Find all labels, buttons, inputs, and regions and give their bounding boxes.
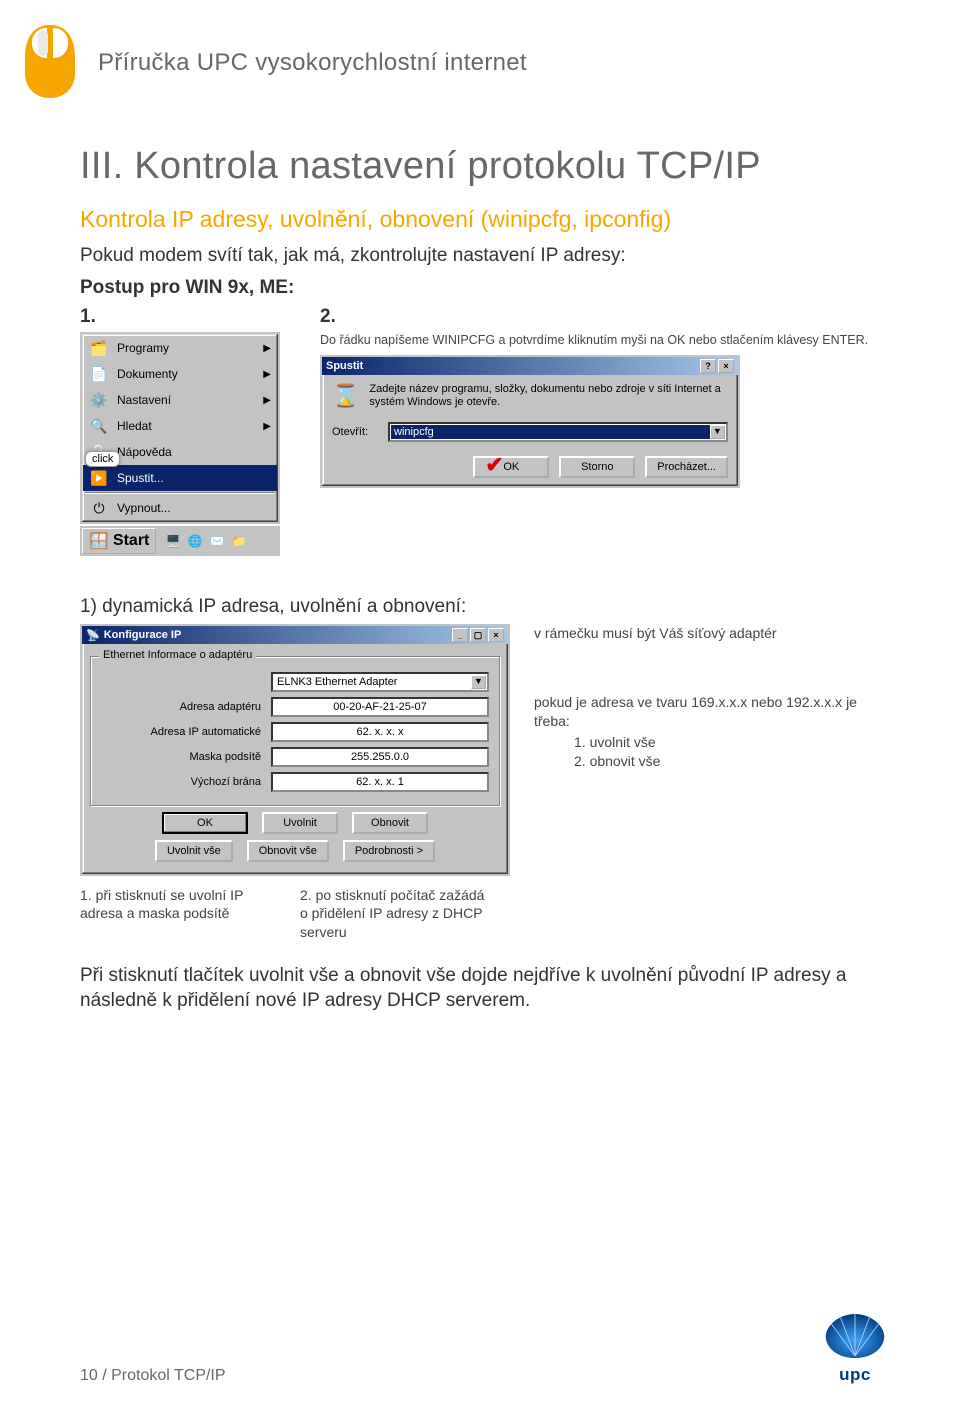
close-button[interactable]: × — [718, 359, 734, 373]
run-dialog: Spustit ? × ⌛ Zadejte název programu, sl… — [320, 355, 740, 489]
mouse-icon — [20, 20, 80, 105]
page-title: III. Kontrola nastavení protokolu TCP/IP — [80, 145, 890, 188]
annotation-release-all: 1. při stisknutí se uvolní IP adresa a m… — [80, 886, 270, 941]
menu-label: Spustit... — [117, 471, 164, 485]
run-icon: ▶️ — [89, 468, 109, 488]
run-dialog-icon: ⌛ — [332, 383, 359, 409]
menu-item-napoveda[interactable]: ❔ Nápověda click — [83, 439, 277, 465]
label-ip: Adresa IP automatické — [101, 726, 261, 738]
menu-item-programy[interactable]: 🗂️ Programy ▶ — [83, 335, 277, 361]
chevron-right-icon: ▶ — [263, 395, 271, 406]
note-step-2: 2. obnovit vše — [534, 752, 890, 771]
chevron-right-icon: ▶ — [263, 369, 271, 380]
note-adapter: v rámečku musí být Váš síťový adaptér — [534, 624, 890, 643]
step-1-number: 1. — [80, 306, 280, 328]
intro-line-2: Postup pro WIN 9x, ME: — [80, 275, 890, 301]
start-label: Start — [113, 532, 149, 550]
quicklaunch-item[interactable]: 🌐 — [186, 532, 204, 550]
subtitle: Kontrola IP adresy, uvolnění, obnovení (… — [80, 206, 890, 233]
minimize-button[interactable]: _ — [452, 628, 468, 642]
label-gateway: Výchozí brána — [101, 776, 261, 788]
menu-label: Vypnout... — [117, 501, 171, 515]
menu-item-nastaveni[interactable]: ⚙️ Nastavení ▶ — [83, 387, 277, 413]
menu-label: Nápověda — [117, 445, 172, 459]
ip-config-dialog: 📡 Konfigurace IP _ ▢ × Ethernet Informac… — [80, 624, 510, 876]
value-mask: 255.255.0.0 — [271, 747, 489, 767]
menu-divider — [85, 492, 275, 494]
taskbar: 🪟 Start 🖥️ 🌐 ✉️ 📁 — [80, 524, 280, 556]
groupbox-title: Ethernet Informace o adaptéru — [99, 649, 256, 661]
documents-icon: 📄 — [89, 364, 109, 384]
chevron-right-icon: ▶ — [263, 343, 271, 354]
menu-item-vypnout[interactable]: ⏻ Vypnout... — [83, 495, 277, 521]
renew-all-button[interactable]: Obnovit vše — [247, 840, 329, 862]
chevron-right-icon: ▶ — [263, 421, 271, 432]
close-button[interactable]: × — [488, 628, 504, 642]
settings-icon: ⚙️ — [89, 390, 109, 410]
open-label: Otevřít: — [332, 426, 378, 438]
details-button[interactable]: Podrobnosti > — [343, 840, 435, 862]
dialog-title: Konfigurace IP — [104, 629, 182, 641]
upc-brand-text: upc — [820, 1365, 890, 1385]
dropdown-button[interactable]: ▼ — [710, 425, 725, 439]
annotation-renew-all: 2. po stisknutí počítač zažádá o přiděle… — [300, 886, 490, 941]
section-heading-dynamic-ip: 1) dynamická IP adresa, uvolnění a obnov… — [80, 596, 890, 618]
programs-icon: 🗂️ — [89, 338, 109, 358]
click-label: click — [85, 451, 120, 467]
menu-label: Nastavení — [117, 393, 171, 407]
run-description: Zadejte název programu, složky, dokument… — [369, 383, 728, 411]
maximize-button[interactable]: ▢ — [470, 628, 486, 642]
dialog-title: Spustit — [326, 360, 363, 372]
label-mask: Maska podsítě — [101, 751, 261, 763]
start-menu-screenshot: 🗂️ Programy ▶ 📄 Dokumenty ▶ ⚙️ Nastavení… — [80, 332, 280, 556]
menu-label: Dokumenty — [117, 367, 178, 381]
note-bad-ip-text: pokud je adresa ve tvaru 169.x.x.x nebo … — [534, 694, 857, 729]
release-button[interactable]: Uvolnit — [262, 812, 338, 834]
cancel-button[interactable]: Storno — [559, 456, 635, 478]
note-step-1: 1. uvolnit vše — [534, 733, 890, 752]
quicklaunch-item[interactable]: 📁 — [230, 532, 248, 550]
adapter-input[interactable] — [274, 675, 471, 689]
step-2-number: 2. — [320, 306, 890, 328]
quicklaunch-item[interactable]: ✉️ — [208, 532, 226, 550]
button-label: OK — [503, 461, 519, 473]
note-bad-ip: pokud je adresa ve tvaru 169.x.x.x nebo … — [534, 693, 890, 771]
value-ip: 62. x. x. x — [271, 722, 489, 742]
menu-label: Programy — [117, 341, 169, 355]
value-mac: 00-20-AF-21-25-07 — [271, 697, 489, 717]
page-footer: 10 / Protokol TCP/IP — [80, 1367, 226, 1385]
value-gateway: 62. x. x. 1 — [271, 772, 489, 792]
label-mac: Adresa adaptéru — [101, 701, 261, 713]
release-all-button[interactable]: Uvolnit vše — [155, 840, 233, 862]
power-icon: ⏻ — [89, 498, 109, 518]
upc-logo: upc — [820, 1310, 890, 1385]
search-icon: 🔍 — [89, 416, 109, 436]
renew-button[interactable]: Obnovit — [352, 812, 428, 834]
quicklaunch-item[interactable]: 🖥️ — [164, 532, 182, 550]
menu-item-spustit[interactable]: ▶️ Spustit... — [83, 465, 277, 491]
guide-title: Příručka UPC vysokorychlostní internet — [98, 49, 527, 77]
check-icon: ✔ — [485, 452, 503, 478]
run-instruction: Do řádku napíšeme WINIPCFG a potvrdíme k… — [320, 332, 890, 348]
summary-paragraph: Při stisknutí tlačítek uvolnit vše a obn… — [80, 963, 890, 1014]
dropdown-button[interactable]: ▼ — [471, 675, 486, 689]
ok-button[interactable]: ✔ OK — [473, 456, 549, 478]
menu-label: Hledat — [117, 419, 152, 433]
browse-button[interactable]: Procházet... — [645, 456, 728, 478]
win-logo-icon: 🪟 — [89, 531, 109, 551]
open-combobox[interactable]: ▼ — [388, 422, 728, 442]
adapter-combobox[interactable]: ▼ — [271, 672, 489, 692]
help-button[interactable]: ? — [700, 359, 716, 373]
menu-item-hledat[interactable]: 🔍 Hledat ▶ — [83, 413, 277, 439]
intro-line-1: Pokud modem svítí tak, jak má, zkontrolu… — [80, 243, 890, 269]
ok-button[interactable]: OK — [162, 812, 248, 834]
menu-item-dokumenty[interactable]: 📄 Dokumenty ▶ — [83, 361, 277, 387]
open-input[interactable] — [391, 425, 710, 439]
ipconfig-icon: 📡 — [86, 629, 100, 642]
start-button[interactable]: 🪟 Start — [82, 528, 156, 554]
